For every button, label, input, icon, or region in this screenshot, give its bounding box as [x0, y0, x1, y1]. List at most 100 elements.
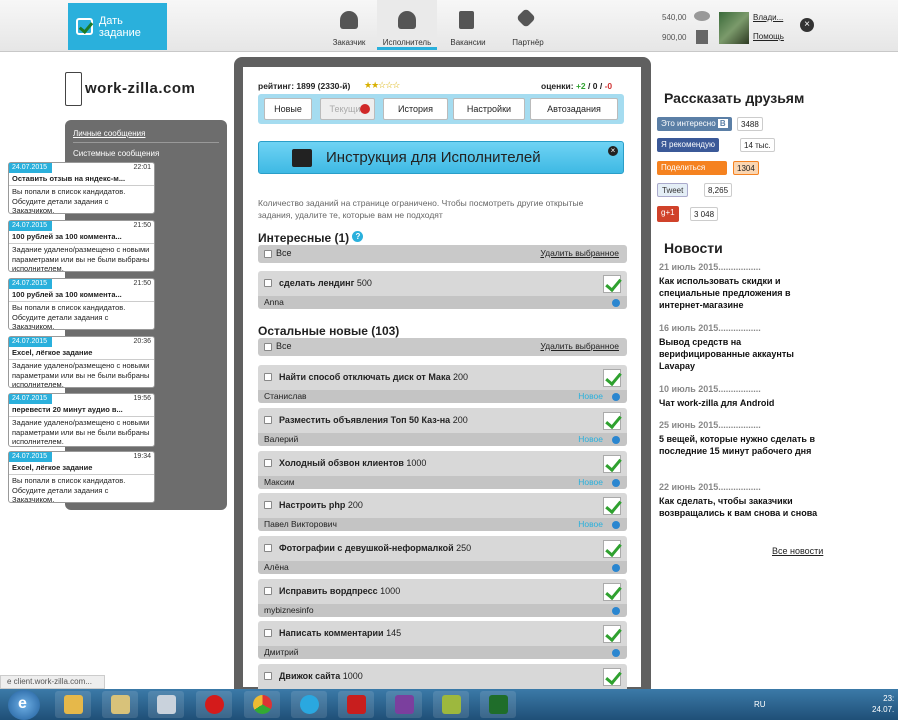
taskbar-chrome[interactable]: [244, 691, 280, 718]
close-icon[interactable]: ×: [800, 18, 814, 32]
task-checkbox[interactable]: [264, 587, 272, 595]
taskbar-winrar[interactable]: [386, 691, 422, 718]
nav-executor[interactable]: Исполнитель: [377, 0, 437, 50]
task-row[interactable]: Фотографии с девушкой-неформалкой 250 Алё…: [258, 536, 627, 576]
taskbar-app[interactable]: [433, 691, 469, 718]
task-checkbox[interactable]: [264, 672, 272, 680]
task-row[interactable]: Разместить объявления Топ 50 Каз-на 200 В…: [258, 408, 627, 448]
taskbar-acrobat[interactable]: [338, 691, 374, 718]
info-icon[interactable]: [612, 479, 620, 487]
task-checkbox[interactable]: [264, 416, 272, 424]
task-checkbox[interactable]: [264, 501, 272, 509]
news-link[interactable]: 5 вещей, которые нужно сделать в последн…: [659, 433, 829, 457]
taskbar-app2[interactable]: [480, 691, 516, 718]
task-row[interactable]: Написать комментарии 145 Дмитрий: [258, 621, 627, 661]
select-all-checkbox[interactable]: [264, 250, 272, 258]
site-logo[interactable]: work-zilla.com: [65, 72, 225, 106]
tab-new[interactable]: Новые: [264, 98, 312, 120]
select-all-checkbox[interactable]: [264, 343, 272, 351]
task-checkbox[interactable]: [264, 544, 272, 552]
help-link[interactable]: Помощь: [753, 32, 784, 41]
nav-customer[interactable]: Заказчик: [319, 0, 379, 50]
info-icon[interactable]: [612, 564, 620, 572]
task-title[interactable]: Исправить вордпресс 1000: [279, 586, 400, 596]
taskbar-files[interactable]: [102, 691, 138, 718]
message-card[interactable]: 24.07.2015 20:36 Excel, лёгкое задание Зада…: [8, 336, 155, 389]
task-title[interactable]: Разместить объявления Топ 50 Каз-на 200: [279, 415, 468, 425]
all-news-link[interactable]: Все новости: [772, 546, 823, 556]
task-client[interactable]: Anna: [264, 297, 284, 307]
personal-messages-link[interactable]: Личные сообщения: [65, 129, 145, 138]
task-title[interactable]: Настроить php 200: [279, 500, 363, 510]
info-icon[interactable]: [612, 393, 620, 401]
task-row[interactable]: Исправить вордпресс 1000 mybiznesinfo: [258, 579, 627, 619]
avatar[interactable]: [719, 12, 749, 44]
task-client[interactable]: Алёна: [264, 562, 289, 572]
task-client[interactable]: Дмитрий: [264, 647, 298, 657]
info-icon[interactable]: [612, 521, 620, 529]
message-card[interactable]: 24.07.2015 21:50 100 рублей за 100 коммент…: [8, 220, 155, 273]
news-link[interactable]: Как использовать скидки и специальные пр…: [659, 275, 829, 311]
task-title[interactable]: Найти способ отключать диск от Мака 200: [279, 372, 468, 382]
accept-check-icon[interactable]: [603, 455, 621, 473]
ok-share-button[interactable]: Поделиться: [657, 161, 727, 175]
nav-vacancies[interactable]: Вакансии: [438, 0, 498, 50]
tab-autotasks[interactable]: Автозадания: [530, 98, 618, 120]
system-messages-label[interactable]: Системные сообщения: [65, 149, 159, 158]
task-client[interactable]: Максим: [264, 477, 295, 487]
message-title[interactable]: 100 рублей за 100 коммента...: [12, 290, 122, 299]
task-checkbox[interactable]: [264, 629, 272, 637]
info-icon[interactable]: [612, 436, 620, 444]
accept-check-icon[interactable]: [603, 369, 621, 387]
message-title[interactable]: 100 рублей за 100 коммента...: [12, 232, 122, 241]
language-indicator[interactable]: RU: [754, 700, 766, 709]
info-icon[interactable]: [612, 299, 620, 307]
message-card[interactable]: 24.07.2015 19:34 Excel, лёгкое задание Вы п…: [8, 451, 155, 504]
task-client[interactable]: mybiznesinfo: [264, 605, 314, 615]
info-icon[interactable]: [612, 649, 620, 657]
instructions-banner[interactable]: Инструкция для Исполнителей ×: [258, 141, 624, 174]
taskbar-opera[interactable]: [196, 691, 232, 718]
nav-partner[interactable]: Партнёр: [498, 0, 558, 50]
task-row[interactable]: Холодный обзвон клиентов 1000 Максим Новое: [258, 451, 627, 491]
news-link[interactable]: Как сделать, чтобы заказчики возвращалис…: [659, 495, 829, 519]
accept-check-icon[interactable]: [603, 583, 621, 601]
help-icon[interactable]: ?: [352, 231, 364, 242]
accept-check-icon[interactable]: [603, 412, 621, 430]
accept-check-icon[interactable]: [603, 275, 621, 293]
close-icon[interactable]: ×: [608, 146, 618, 156]
news-link[interactable]: Вывод средств на верифицированные аккаун…: [659, 336, 829, 372]
message-title[interactable]: Excel, лёгкое задание: [12, 348, 92, 357]
accept-check-icon[interactable]: [603, 497, 621, 515]
news-link[interactable]: Чат work-zilla для Android: [659, 397, 829, 409]
task-title[interactable]: Холодный обзвон клиентов 1000: [279, 458, 426, 468]
give-task-button[interactable]: Дать задание: [68, 3, 167, 50]
delete-selected-link[interactable]: Удалить выбранное: [540, 341, 619, 351]
message-card[interactable]: 24.07.2015 19:56 перевести 20 минут аудио …: [8, 393, 155, 447]
user-name-link[interactable]: Влади...: [753, 13, 783, 22]
task-title[interactable]: Написать комментарии 145: [279, 628, 401, 638]
accept-check-icon[interactable]: [603, 625, 621, 643]
message-card[interactable]: 24.07.2015 22:01 Оставить отзыв на яндекс-…: [8, 162, 155, 215]
task-title[interactable]: Движок сайта 1000: [279, 671, 363, 681]
task-title[interactable]: сделать лендинг 500: [279, 278, 372, 288]
taskbar-calculator[interactable]: [148, 691, 184, 718]
clock[interactable]: 23: 24.07.: [872, 693, 894, 715]
info-icon[interactable]: [612, 607, 620, 615]
task-checkbox[interactable]: [264, 373, 272, 381]
task-client[interactable]: Валерий: [264, 434, 298, 444]
task-checkbox[interactable]: [264, 279, 272, 287]
task-row[interactable]: сделать лендинг 500 Anna: [258, 271, 627, 311]
vk-share-button[interactable]: Это интересно В: [657, 117, 732, 131]
task-client[interactable]: Павел Викторович: [264, 519, 337, 529]
message-title[interactable]: перевести 20 минут аудио в...: [12, 405, 123, 414]
message-title[interactable]: Оставить отзыв на яндекс-м...: [12, 174, 125, 183]
task-row[interactable]: Найти способ отключать диск от Мака 200 С…: [258, 365, 627, 405]
accept-check-icon[interactable]: [603, 668, 621, 686]
tweet-button[interactable]: Tweet: [657, 183, 689, 197]
task-client[interactable]: Станислав: [264, 391, 307, 401]
task-title[interactable]: Фотографии с девушкой-неформалкой 250: [279, 543, 471, 553]
tab-history[interactable]: История: [383, 98, 448, 120]
task-row[interactable]: Настроить php 200 Павел Викторович Новое: [258, 493, 627, 533]
gplus-button[interactable]: g+1: [657, 206, 679, 222]
